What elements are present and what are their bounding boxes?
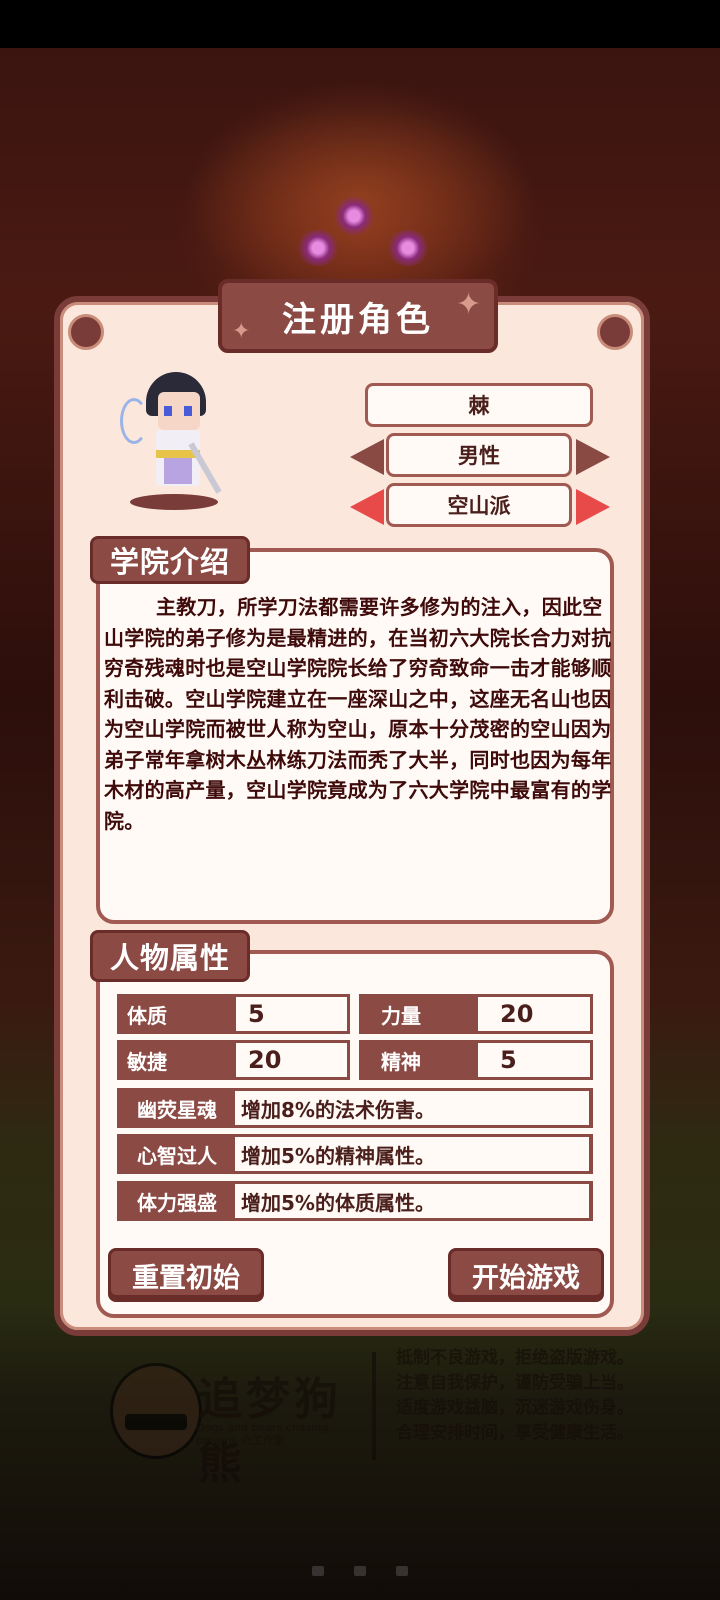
trait-row: 体力强盛 增加5%的体质属性。: [117, 1181, 593, 1221]
trait-row: 心智过人 增加5%的精神属性。: [117, 1134, 593, 1174]
studio-logo: 追梦狗熊 Dogs and bears chasing dreams の工作室: [110, 1345, 360, 1489]
stat-value: 5: [475, 1040, 593, 1080]
home-icon[interactable]: [354, 1566, 366, 1576]
stat-label: 精神: [359, 1040, 477, 1080]
academy-intro-heading-text: 学院介绍: [109, 545, 230, 579]
trait-row: 幽荧星魂 增加8%的法术伤害。: [117, 1088, 593, 1128]
faction-next-arrow-icon[interactable]: [576, 489, 610, 525]
stat-label: 力量: [359, 994, 477, 1034]
trait-description: 增加5%的精神属性。: [235, 1137, 589, 1171]
trait-description: 增加8%的法术伤害。: [235, 1091, 589, 1125]
watermark-divider: [372, 1352, 376, 1460]
panel-rivet-right: [597, 314, 633, 350]
trait-name: 体力强盛: [137, 1190, 217, 1215]
tiger-eye-right: [386, 230, 430, 266]
status-bar: [0, 0, 720, 48]
sparkle-icon: ✦: [456, 287, 482, 322]
gender-value: 男性: [458, 444, 500, 468]
stat-value: 5: [233, 994, 350, 1034]
menu-icon[interactable]: [312, 1566, 324, 1576]
faction-selector: 空山派: [386, 483, 572, 527]
stat-label: 敏捷: [117, 1040, 235, 1080]
title-plate: ✦ 注册角色 ✦: [218, 279, 498, 353]
panel-rivet-left: [68, 314, 104, 350]
page-title: 注册角色: [282, 299, 434, 340]
trait-name: 心智过人: [137, 1143, 217, 1168]
stat-value: 20: [233, 1040, 350, 1080]
tiger-background-art: [185, 80, 535, 290]
stat-value: 20: [475, 994, 593, 1034]
back-icon[interactable]: [396, 1566, 408, 1576]
gender-prev-arrow-icon[interactable]: [350, 439, 384, 475]
attributes-heading-text: 人物属性: [109, 941, 230, 975]
start-game-button[interactable]: 开始游戏: [448, 1248, 604, 1302]
faction-prev-arrow-icon[interactable]: [350, 489, 384, 525]
bear-face-icon: [110, 1363, 202, 1459]
stat-label: 体质: [117, 994, 235, 1034]
health-notice: 抵制不良游戏，拒绝盗版游戏。 注意自我保护，谨防受骗上当。 适度游戏益脑，沉迷游…: [396, 1348, 634, 1443]
sparkle-icon: ✦: [232, 319, 251, 344]
tiger-eye-left: [296, 230, 340, 266]
character-sprite: [120, 370, 226, 510]
trait-name: 幽荧星魂: [137, 1097, 217, 1122]
attributes-heading: 人物属性: [90, 930, 250, 982]
navigation-bar: [290, 1566, 430, 1576]
reset-button[interactable]: 重置初始: [108, 1248, 264, 1302]
gender-next-arrow-icon[interactable]: [576, 439, 610, 475]
studio-subtitle: Dogs and bears chasing dreams の工作室: [196, 1421, 329, 1447]
character-name-field[interactable]: 棘: [365, 383, 593, 427]
gender-selector: 男性: [386, 433, 572, 477]
academy-intro-heading: 学院介绍: [90, 536, 250, 584]
faction-value: 空山派: [447, 494, 511, 518]
academy-intro-text: 主教刀，所学刀法都需要许多修为的注入，因此空山学院的弟子修为是最精进的，在当初六…: [104, 595, 612, 833]
tiger-third-eye: [334, 196, 374, 236]
character-name: 棘: [468, 394, 490, 418]
trait-description: 增加5%的体质属性。: [235, 1184, 589, 1218]
